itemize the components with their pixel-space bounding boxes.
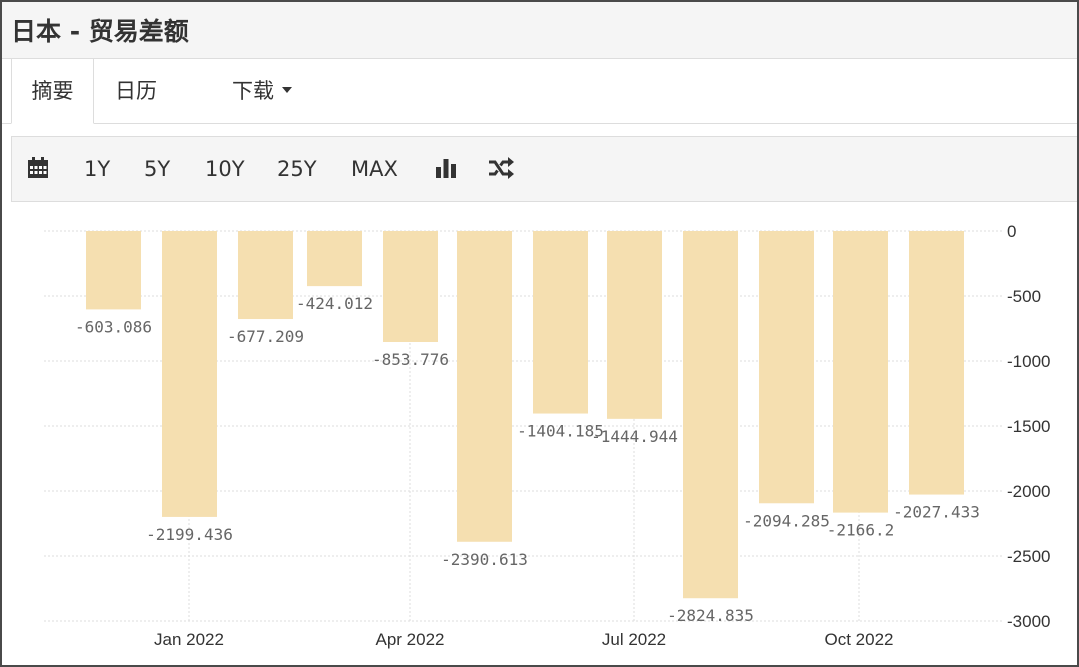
x-tick-label: Jan 2022 bbox=[154, 630, 224, 649]
chart-panel: 日本 - 贸易差额 摘要 日历 下载 1Y 5Y 10Y 25Y MAX 0 -… bbox=[0, 0, 1079, 667]
chart-toolbar: 1Y 5Y 10Y 25Y MAX bbox=[11, 136, 1077, 202]
bar bbox=[307, 231, 362, 287]
tab-download-label: 下载 bbox=[232, 79, 274, 103]
bar-value-label: -2166.2 bbox=[827, 521, 894, 540]
shuffle-icon[interactable] bbox=[487, 137, 515, 201]
bar-value-label: -424.012 bbox=[296, 294, 373, 313]
bar bbox=[607, 231, 662, 419]
bar bbox=[86, 231, 141, 310]
bar bbox=[759, 231, 814, 504]
calendar-icon[interactable] bbox=[26, 137, 50, 201]
y-tick-label: -1500 bbox=[1007, 417, 1050, 436]
bar-value-label: -2199.436 bbox=[146, 525, 233, 544]
tab-calendar[interactable]: 日历 bbox=[115, 59, 157, 123]
range-5y-button[interactable]: 5Y bbox=[144, 137, 170, 201]
tab-summary[interactable]: 摘要 bbox=[11, 59, 94, 124]
tab-bar: 摘要 日历 下载 bbox=[2, 59, 1077, 124]
range-25y-button[interactable]: 25Y bbox=[277, 137, 317, 201]
y-tick-label: 0 bbox=[1007, 222, 1016, 241]
y-tick-label: -2500 bbox=[1007, 547, 1050, 566]
trade-balance-chart: 0 -500 -1000 -1500 -2000 -2500 -3000 Jan 2022 Ap… bbox=[44, 222, 1050, 649]
bar bbox=[457, 231, 512, 542]
x-tick-label: Jul 2022 bbox=[602, 630, 666, 649]
range-10y-button[interactable]: 10Y bbox=[205, 137, 245, 201]
bar-value-label: -2390.613 bbox=[441, 550, 528, 569]
bar bbox=[162, 231, 217, 517]
bar-value-label: -603.086 bbox=[75, 317, 152, 336]
bar bbox=[909, 231, 964, 495]
y-tick-label: -1000 bbox=[1007, 352, 1050, 371]
bar-value-label: -2824.835 bbox=[667, 606, 754, 625]
bar bbox=[238, 231, 293, 320]
range-1y-button[interactable]: 1Y bbox=[84, 137, 110, 201]
bar-value-label: -1444.944 bbox=[591, 427, 678, 446]
x-tick-label: Oct 2022 bbox=[825, 630, 894, 649]
page-title: 日本 - 贸易差额 bbox=[11, 17, 189, 46]
y-tick-label: -2000 bbox=[1007, 482, 1050, 501]
bar-value-label: -2094.285 bbox=[743, 511, 830, 530]
caret-down-icon bbox=[282, 87, 292, 93]
bar-value-label: -2027.433 bbox=[893, 503, 980, 522]
bar bbox=[833, 231, 888, 513]
bar bbox=[533, 231, 588, 414]
y-tick-label: -500 bbox=[1007, 287, 1041, 306]
title-bar: 日本 - 贸易差额 bbox=[2, 2, 1077, 59]
bar-value-label: -853.776 bbox=[372, 350, 449, 369]
y-tick-label: -3000 bbox=[1007, 612, 1050, 631]
bar-chart-icon[interactable] bbox=[434, 137, 458, 201]
bar bbox=[683, 231, 738, 599]
bar bbox=[383, 231, 438, 342]
bar-value-label: -677.209 bbox=[227, 327, 304, 346]
range-max-button[interactable]: MAX bbox=[351, 137, 398, 201]
tab-download[interactable]: 下载 bbox=[232, 59, 292, 123]
x-tick-label: Apr 2022 bbox=[376, 630, 445, 649]
